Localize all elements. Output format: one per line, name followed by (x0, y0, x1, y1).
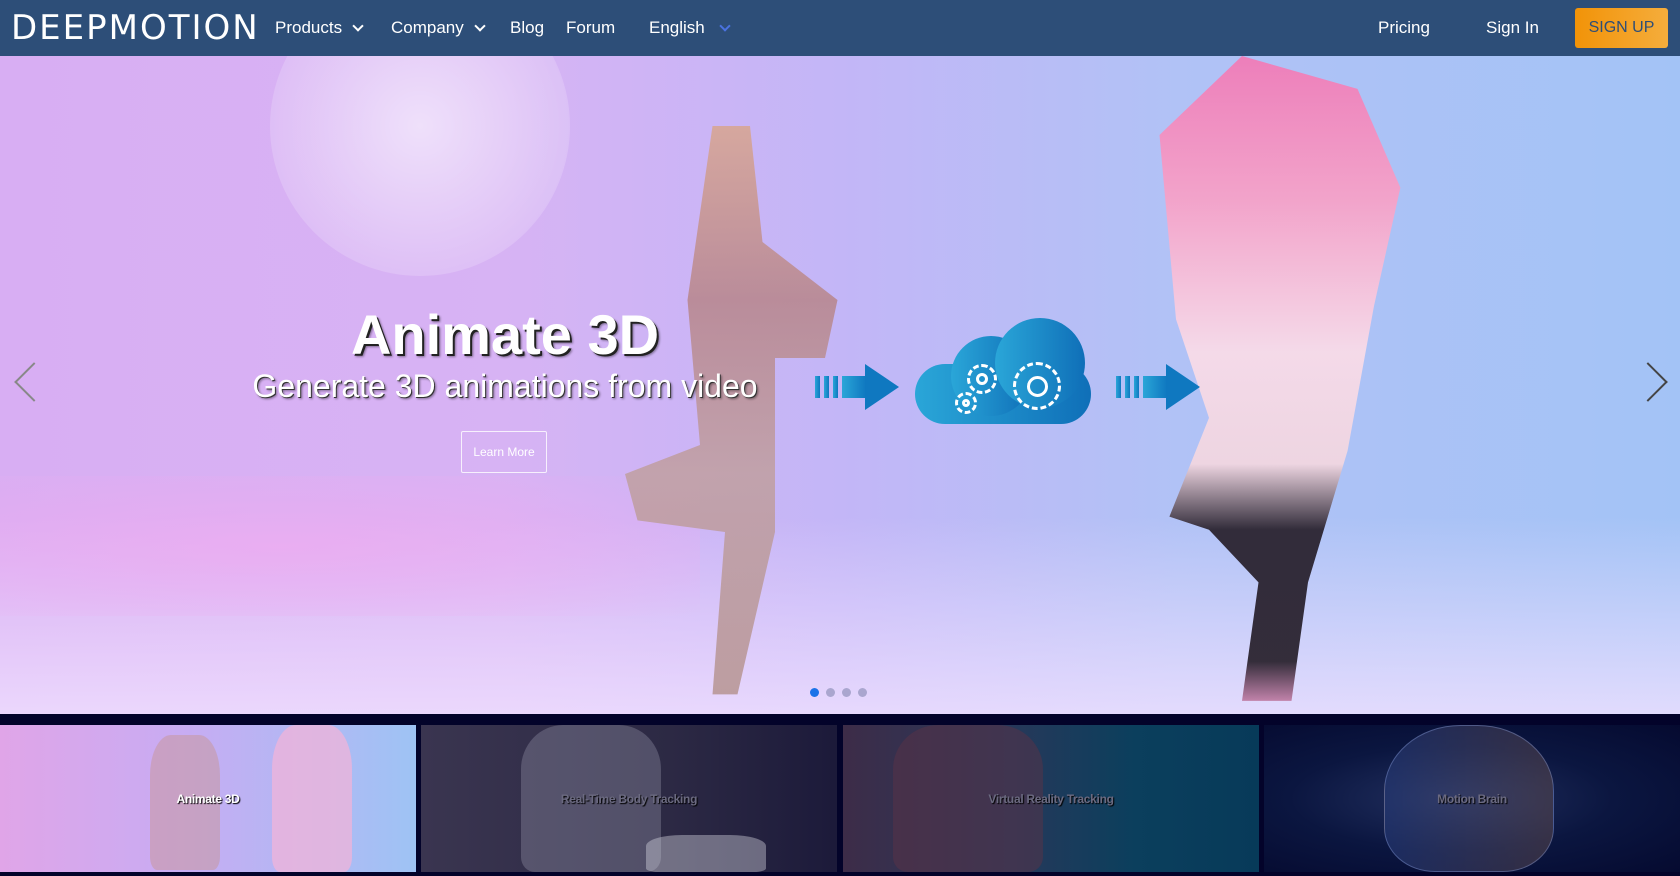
nav-blog-label: Blog (510, 18, 545, 37)
carousel-dot-1[interactable] (810, 688, 819, 697)
carousel-next-chevron-icon[interactable] (1628, 362, 1668, 402)
hero-title: Animate 3D (350, 303, 660, 366)
carousel-dot-4[interactable] (858, 688, 867, 697)
sun-glow (270, 56, 570, 276)
nav-forum-label: Forum (566, 18, 616, 37)
chevron-down-icon (719, 19, 731, 32)
thumbnail-label: Real-Time Body Tracking (560, 791, 698, 806)
chevron-down-icon (474, 19, 486, 32)
hero-carousel: Animate 3D Generate 3D animations from v… (0, 56, 1680, 714)
thumbnail-animate-3d[interactable]: Animate 3D (0, 725, 416, 872)
sign-in-label: Sign In (1486, 18, 1539, 37)
learn-more-button[interactable]: Learn More (461, 431, 547, 473)
nav-pricing[interactable]: Pricing (1378, 0, 1430, 56)
language-select[interactable]: English (649, 0, 731, 56)
deepmotion-logo[interactable]: DEEPMOTION (11, 10, 260, 46)
logo-text: DEEPMOTION (11, 8, 260, 48)
nav-products[interactable]: Products (275, 0, 364, 56)
language-label: English (649, 18, 705, 37)
nav-company[interactable]: Company (391, 0, 486, 56)
carousel-dot-3[interactable] (842, 688, 851, 697)
chevron-down-icon (352, 19, 364, 32)
nav-company-label: Company (391, 18, 464, 37)
carousel-dot-2[interactable] (826, 688, 835, 697)
arrow-icon (1116, 364, 1200, 412)
nav-forum[interactable]: Forum (566, 0, 615, 56)
thumbnail-virtual-reality-tracking[interactable]: Virtual Reality Tracking (843, 725, 1259, 872)
hero-subtitle: Generate 3D animations from video (252, 368, 758, 404)
thumbnail-label: Virtual Reality Tracking (988, 791, 1114, 806)
carousel-indicators (810, 688, 867, 697)
nav-blog[interactable]: Blog (510, 0, 544, 56)
thumbnail-real-time-body-tracking[interactable]: Real-Time Body Tracking (421, 725, 837, 872)
thumbnail-label: Motion Brain (1437, 791, 1507, 806)
thumbnail-label: Animate 3D (176, 791, 240, 806)
pink-clouds (0, 476, 700, 616)
sign-up-button[interactable]: SIGN UP (1575, 8, 1668, 48)
sign-in-link[interactable]: Sign In (1486, 0, 1539, 56)
nav-products-label: Products (275, 18, 343, 37)
dancer-photo (625, 126, 838, 695)
thumbnail-motion-brain[interactable]: Motion Brain (1264, 725, 1680, 872)
nav-pricing-label: Pricing (1378, 18, 1430, 37)
top-navbar: DEEPMOTION Products Company Blog Forum E… (0, 0, 1680, 56)
